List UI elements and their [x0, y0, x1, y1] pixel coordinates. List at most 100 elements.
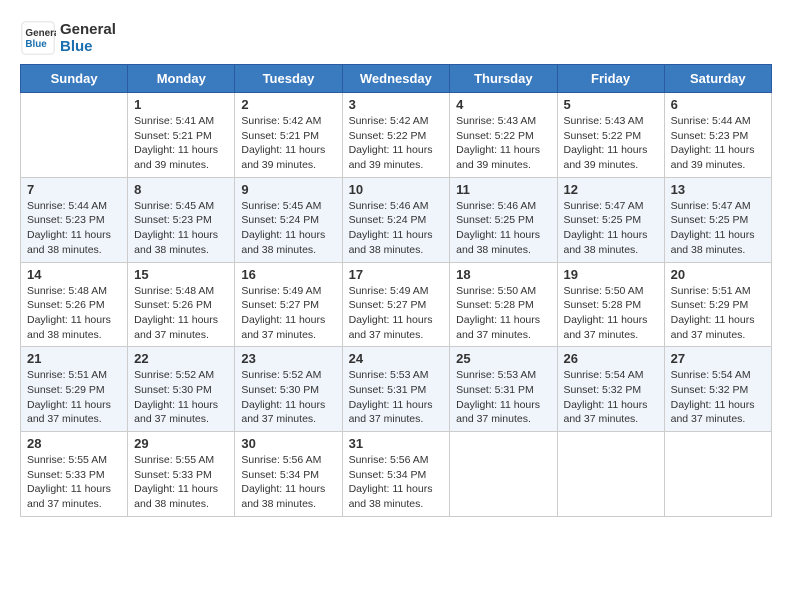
calendar-cell: 25 Sunrise: 5:53 AMSunset: 5:31 PMDayligh…	[450, 347, 557, 432]
day-info: Sunrise: 5:48 AMSunset: 5:26 PMDaylight:…	[27, 284, 121, 343]
calendar-cell	[664, 432, 771, 517]
day-number: 5	[564, 97, 658, 112]
day-info: Sunrise: 5:44 AMSunset: 5:23 PMDaylight:…	[27, 199, 121, 258]
day-number: 22	[134, 351, 228, 366]
calendar-cell: 8Sunrise: 5:45 AMSunset: 5:23 PMDaylight…	[128, 177, 235, 262]
day-info: Sunrise: 5:50 AMSunset: 5:28 PMDaylight:…	[456, 284, 550, 343]
day-number: 27	[671, 351, 765, 366]
day-info: Sunrise: 5:56 AMSunset: 5:34 PMDaylight:…	[241, 453, 335, 512]
day-info: Sunrise: 5:42 AMSunset: 5:21 PMDaylight:…	[241, 114, 335, 173]
calendar-cell: 22 Sunrise: 5:52 AMSunset: 5:30 PMDayligh…	[128, 347, 235, 432]
day-number: 17	[349, 267, 444, 282]
calendar-table: SundayMondayTuesdayWednesdayThursdayFrid…	[20, 64, 772, 517]
header: General Blue General Blue	[20, 20, 772, 56]
calendar-cell	[557, 432, 664, 517]
day-number: 18	[456, 267, 550, 282]
calendar-cell: 6Sunrise: 5:44 AMSunset: 5:23 PMDaylight…	[664, 93, 771, 178]
day-number: 13	[671, 182, 765, 197]
calendar-cell: 20 Sunrise: 5:51 AMSunset: 5:29 PMDayligh…	[664, 262, 771, 347]
day-info: Sunrise: 5:41 AMSunset: 5:21 PMDaylight:…	[134, 114, 228, 173]
day-info: Sunrise: 5:49 AMSunset: 5:27 PMDaylight:…	[349, 284, 444, 343]
calendar-cell: 28Sunrise: 5:55 AMSunset: 5:33 PMDayligh…	[21, 432, 128, 517]
day-info: Sunrise: 5:55 AMSunset: 5:33 PMDaylight:…	[27, 453, 121, 512]
day-number: 14	[27, 267, 121, 282]
day-info: Sunrise: 5:51 AMSunset: 5:29 PMDaylight:…	[27, 368, 121, 427]
day-info: Sunrise: 5:54 AMSunset: 5:32 PMDaylight:…	[564, 368, 658, 427]
week-row-4: 21Sunrise: 5:51 AMSunset: 5:29 PMDayligh…	[21, 347, 772, 432]
calendar-cell: 4 Sunrise: 5:43 AMSunset: 5:22 PMDaylight…	[450, 93, 557, 178]
calendar-cell: 1 Sunrise: 5:41 AMSunset: 5:21 PMDaylight…	[128, 93, 235, 178]
day-number: 26	[564, 351, 658, 366]
calendar-cell: 15Sunrise: 5:48 AMSunset: 5:26 PMDayligh…	[128, 262, 235, 347]
logo-icon: General Blue	[20, 20, 56, 56]
calendar-cell	[450, 432, 557, 517]
header-monday: Monday	[128, 65, 235, 93]
calendar-cell: 14 Sunrise: 5:48 AMSunset: 5:26 PMDayligh…	[21, 262, 128, 347]
day-number: 11	[456, 182, 550, 197]
day-info: Sunrise: 5:48 AMSunset: 5:26 PMDaylight:…	[134, 284, 228, 343]
day-info: Sunrise: 5:47 AMSunset: 5:25 PMDaylight:…	[671, 199, 765, 258]
calendar-cell: 19Sunrise: 5:50 AMSunset: 5:28 PMDayligh…	[557, 262, 664, 347]
day-info: Sunrise: 5:43 AMSunset: 5:22 PMDaylight:…	[564, 114, 658, 173]
calendar-cell: 5 Sunrise: 5:43 AMSunset: 5:22 PMDaylight…	[557, 93, 664, 178]
day-number: 2	[241, 97, 335, 112]
calendar-cell: 29 Sunrise: 5:55 AMSunset: 5:33 PMDayligh…	[128, 432, 235, 517]
week-row-5: 28Sunrise: 5:55 AMSunset: 5:33 PMDayligh…	[21, 432, 772, 517]
day-number: 9	[241, 182, 335, 197]
day-number: 23	[241, 351, 335, 366]
day-info: Sunrise: 5:46 AMSunset: 5:24 PMDaylight:…	[349, 199, 444, 258]
calendar-cell: 3 Sunrise: 5:42 AMSunset: 5:22 PMDaylight…	[342, 93, 450, 178]
day-info: Sunrise: 5:51 AMSunset: 5:29 PMDaylight:…	[671, 284, 765, 343]
day-number: 4	[456, 97, 550, 112]
calendar-cell: 17 Sunrise: 5:49 AMSunset: 5:27 PMDayligh…	[342, 262, 450, 347]
day-number: 8	[134, 182, 228, 197]
day-number: 12	[564, 182, 658, 197]
header-saturday: Saturday	[664, 65, 771, 93]
day-number: 3	[349, 97, 444, 112]
day-number: 25	[456, 351, 550, 366]
svg-text:General: General	[25, 28, 56, 39]
day-info: Sunrise: 5:56 AMSunset: 5:34 PMDaylight:…	[349, 453, 444, 512]
logo: General Blue General Blue	[20, 20, 116, 56]
day-info: Sunrise: 5:53 AMSunset: 5:31 PMDaylight:…	[349, 368, 444, 427]
calendar-cell: 18 Sunrise: 5:50 AMSunset: 5:28 PMDayligh…	[450, 262, 557, 347]
header-sunday: Sunday	[21, 65, 128, 93]
calendar-cell: 11 Sunrise: 5:46 AMSunset: 5:25 PMDayligh…	[450, 177, 557, 262]
header-friday: Friday	[557, 65, 664, 93]
header-thursday: Thursday	[450, 65, 557, 93]
day-number: 1	[134, 97, 228, 112]
day-number: 19	[564, 267, 658, 282]
day-info: Sunrise: 5:44 AMSunset: 5:23 PMDaylight:…	[671, 114, 765, 173]
week-row-3: 14 Sunrise: 5:48 AMSunset: 5:26 PMDayligh…	[21, 262, 772, 347]
calendar-cell	[21, 93, 128, 178]
page-container: General Blue General Blue SundayMondayTu…	[20, 20, 772, 517]
calendar-cell: 7 Sunrise: 5:44 AMSunset: 5:23 PMDaylight…	[21, 177, 128, 262]
day-info: Sunrise: 5:45 AMSunset: 5:24 PMDaylight:…	[241, 199, 335, 258]
day-number: 31	[349, 436, 444, 451]
day-info: Sunrise: 5:55 AMSunset: 5:33 PMDaylight:…	[134, 453, 228, 512]
calendar-cell: 16 Sunrise: 5:49 AMSunset: 5:27 PMDayligh…	[235, 262, 342, 347]
day-info: Sunrise: 5:42 AMSunset: 5:22 PMDaylight:…	[349, 114, 444, 173]
week-row-2: 7 Sunrise: 5:44 AMSunset: 5:23 PMDaylight…	[21, 177, 772, 262]
day-number: 10	[349, 182, 444, 197]
header-tuesday: Tuesday	[235, 65, 342, 93]
day-info: Sunrise: 5:52 AMSunset: 5:30 PMDaylight:…	[134, 368, 228, 427]
day-number: 16	[241, 267, 335, 282]
day-info: Sunrise: 5:43 AMSunset: 5:22 PMDaylight:…	[456, 114, 550, 173]
calendar-cell: 30Sunrise: 5:56 AMSunset: 5:34 PMDayligh…	[235, 432, 342, 517]
day-number: 29	[134, 436, 228, 451]
day-number: 7	[27, 182, 121, 197]
day-info: Sunrise: 5:49 AMSunset: 5:27 PMDaylight:…	[241, 284, 335, 343]
calendar-cell: 9 Sunrise: 5:45 AMSunset: 5:24 PMDaylight…	[235, 177, 342, 262]
day-info: Sunrise: 5:47 AMSunset: 5:25 PMDaylight:…	[564, 199, 658, 258]
calendar-cell: 2 Sunrise: 5:42 AMSunset: 5:21 PMDaylight…	[235, 93, 342, 178]
week-row-1: 1 Sunrise: 5:41 AMSunset: 5:21 PMDaylight…	[21, 93, 772, 178]
calendar-cell: 27Sunrise: 5:54 AMSunset: 5:32 PMDayligh…	[664, 347, 771, 432]
calendar-cell: 10 Sunrise: 5:46 AMSunset: 5:24 PMDayligh…	[342, 177, 450, 262]
day-info: Sunrise: 5:52 AMSunset: 5:30 PMDaylight:…	[241, 368, 335, 427]
calendar-cell: 26 Sunrise: 5:54 AMSunset: 5:32 PMDayligh…	[557, 347, 664, 432]
days-header-row: SundayMondayTuesdayWednesdayThursdayFrid…	[21, 65, 772, 93]
day-number: 20	[671, 267, 765, 282]
day-info: Sunrise: 5:53 AMSunset: 5:31 PMDaylight:…	[456, 368, 550, 427]
day-info: Sunrise: 5:46 AMSunset: 5:25 PMDaylight:…	[456, 199, 550, 258]
